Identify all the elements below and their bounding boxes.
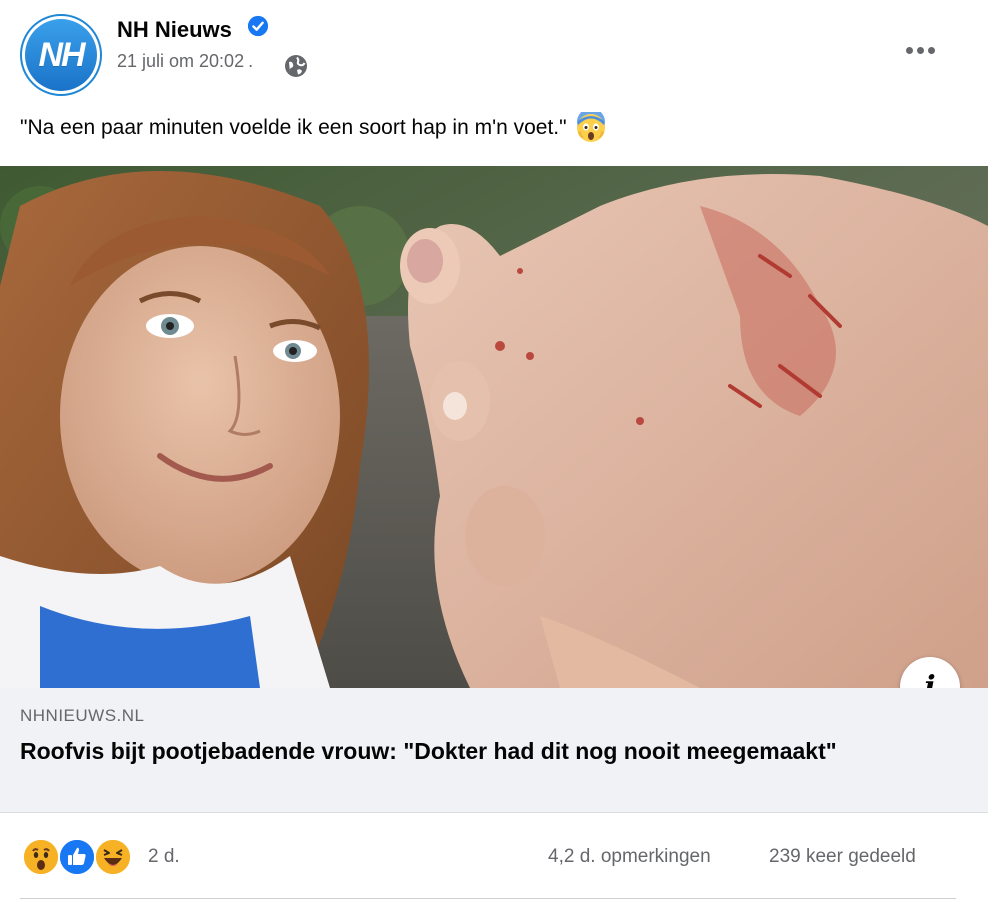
link-title[interactable]: Roofvis bijt pootjebadende vrouw: "Dokte… bbox=[20, 736, 880, 766]
page-name[interactable]: NH Nieuws bbox=[117, 17, 232, 43]
more-dot bbox=[916, 46, 924, 54]
more-dot bbox=[927, 46, 935, 54]
divider bbox=[20, 898, 956, 899]
post-timestamp[interactable]: 21 juli om 20:02 bbox=[117, 51, 244, 72]
shares-count[interactable]: 239 keer gedeeld bbox=[769, 846, 916, 868]
post-header: NH NH Nieuws 21 juli om 20:02 . bbox=[0, 0, 988, 100]
link-preview[interactable]: NHNIEUWS.NL Roofvis bijt pootjebadende v… bbox=[0, 688, 988, 813]
post-text: "Na een paar minuten voelde ik een soort… bbox=[20, 112, 607, 144]
reaction-count[interactable]: 2 d. bbox=[148, 846, 180, 868]
link-domain: NHNIEUWS.NL bbox=[20, 706, 145, 725]
engagement-bar: 2 d. 4,2 d. opmerkingen 239 keer gedeeld bbox=[0, 830, 988, 882]
page-avatar[interactable]: NH bbox=[20, 14, 102, 96]
post-message: "Na een paar minuten voelde ik een soort… bbox=[20, 116, 567, 139]
verified-badge-icon bbox=[247, 15, 269, 37]
post-meta: 21 juli om 20:02 . bbox=[117, 51, 253, 72]
more-options-button[interactable] bbox=[896, 30, 944, 70]
comments-count[interactable]: 4,2 d. opmerkingen bbox=[548, 846, 711, 868]
like-reaction-icon bbox=[58, 838, 96, 876]
more-dot bbox=[905, 46, 913, 54]
haha-reaction-icon bbox=[94, 838, 132, 876]
scream-emoji bbox=[576, 112, 605, 142]
reaction-icons[interactable] bbox=[22, 838, 142, 876]
meta-separator: . bbox=[248, 51, 254, 71]
logo-text: NH bbox=[38, 35, 85, 74]
wow-reaction-icon bbox=[22, 838, 60, 876]
globe-icon[interactable] bbox=[284, 54, 308, 78]
article-photo bbox=[0, 166, 988, 688]
post-image[interactable] bbox=[0, 166, 988, 688]
nh-logo: NH bbox=[25, 19, 97, 91]
